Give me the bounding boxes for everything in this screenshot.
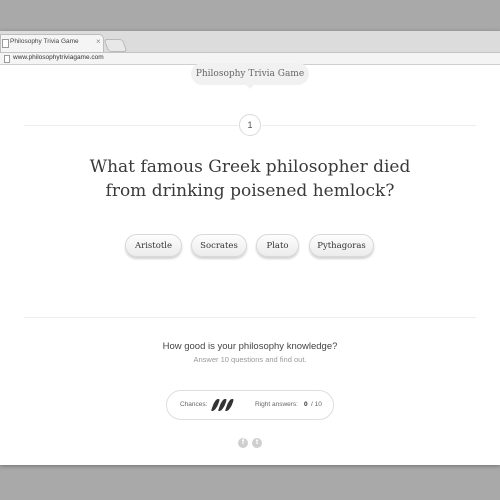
answer-button-socrates[interactable]: Socrates bbox=[191, 234, 247, 257]
game-title-badge: Philosophy Trivia Game bbox=[191, 63, 309, 85]
tab-title: Philosophy Trivia Game bbox=[10, 38, 79, 45]
browser-tab[interactable]: Philosophy Trivia Game × bbox=[0, 34, 104, 52]
chances-label: Chances: bbox=[180, 401, 208, 408]
chance-hemlock-icon bbox=[225, 399, 234, 411]
subline: Answer 10 questions and find out. bbox=[193, 355, 307, 364]
tagline: How good is your philosophy knowledge? bbox=[162, 341, 338, 352]
right-answers-label: Right answers: bbox=[255, 401, 298, 408]
tab-bar: Philosophy Trivia Game × bbox=[0, 31, 500, 53]
title-badge-pointer bbox=[245, 84, 255, 89]
url-text[interactable]: www.philosophytriviagame.com bbox=[13, 53, 104, 63]
answer-button-pythagoras[interactable]: Pythagoras bbox=[309, 234, 374, 257]
divider-left bbox=[24, 125, 238, 126]
page-icon bbox=[4, 55, 10, 63]
total-questions: / 10 bbox=[311, 401, 322, 408]
right-answers-count: 0 bbox=[304, 401, 308, 408]
answer-button-aristotle[interactable]: Aristotle bbox=[125, 234, 182, 257]
question-number: 1 bbox=[239, 114, 261, 136]
question-text: What famous Greek philosopher died from … bbox=[40, 155, 460, 203]
facebook-icon[interactable]: f bbox=[238, 438, 248, 448]
score-panel: Chances: Right answers: 0 / 10 bbox=[166, 390, 334, 420]
twitter-icon[interactable]: t bbox=[252, 438, 262, 448]
question-line-2: from drinking poisened hemlock? bbox=[105, 181, 395, 201]
divider-right bbox=[262, 125, 476, 126]
tab-close-icon[interactable]: × bbox=[96, 37, 101, 47]
answer-button-plato[interactable]: Plato bbox=[256, 234, 299, 257]
question-line-1: What famous Greek philosopher died bbox=[89, 157, 411, 177]
new-tab-button[interactable] bbox=[103, 39, 128, 52]
page-favicon-icon bbox=[2, 39, 9, 48]
section-divider bbox=[24, 317, 476, 318]
